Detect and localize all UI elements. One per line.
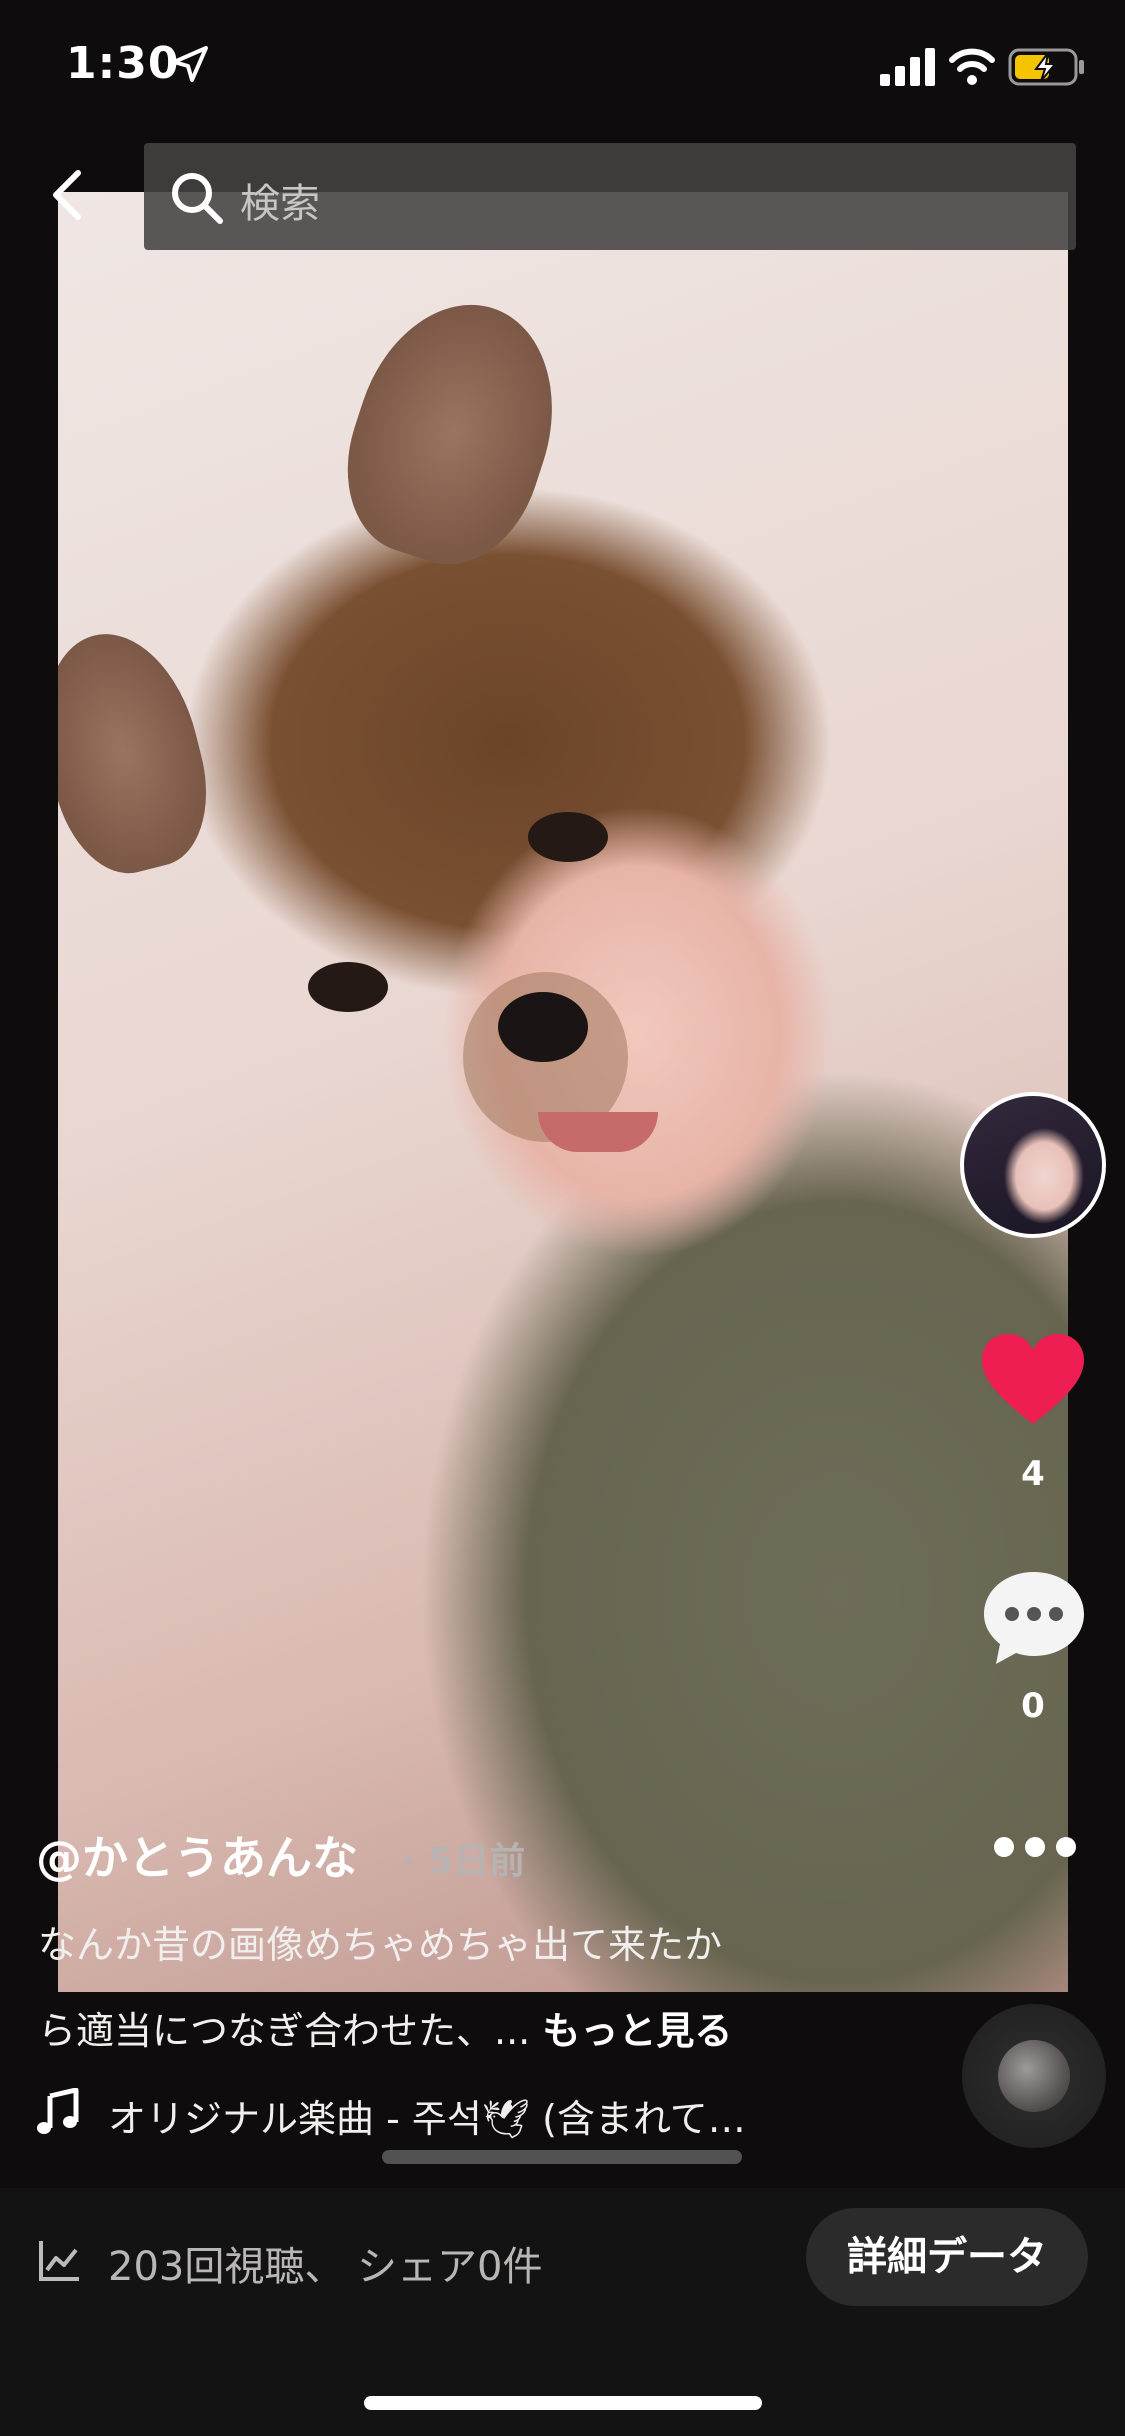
eye-right (528, 812, 608, 862)
username[interactable]: @かとうあんな (36, 1822, 358, 1888)
eye-left (308, 962, 388, 1012)
music-title[interactable]: オリジナル楽曲 - 주석🕊 (含まれて… (108, 2088, 746, 2143)
comment-count: 0 (1021, 1686, 1045, 1726)
post-time-ago: · 5日前 (402, 1841, 526, 1882)
dog-ear-filter-left (58, 617, 225, 887)
music-note-icon (37, 2088, 79, 2134)
like-count: 4 (1021, 1454, 1045, 1494)
mouth (538, 1112, 658, 1152)
location-arrow-icon (172, 46, 208, 82)
dog-nose-filter (498, 992, 588, 1062)
caption-line-1: なんか昔の画像めちゃめちゃ出て来たか (38, 1923, 723, 1967)
stats-bar: 203回視聴、 シェア0件 詳細データ (0, 2188, 1125, 2436)
details-button[interactable]: 詳細データ (806, 2208, 1088, 2306)
video-player[interactable] (58, 192, 1068, 1992)
music-disc-cover (998, 2040, 1070, 2112)
search-bar[interactable]: 検索 (144, 143, 1076, 250)
see-more-link[interactable]: もっと見る (542, 2009, 732, 2053)
more-options-icon[interactable] (990, 1832, 1080, 1862)
heart-like-icon[interactable] (980, 1332, 1086, 1428)
music-disc-button[interactable] (962, 2004, 1106, 2148)
view-share-count: 203回視聴、 シェア0件 (108, 2244, 543, 2290)
home-indicator[interactable] (364, 2396, 762, 2410)
battery-charging-icon (1008, 48, 1084, 86)
back-arrow-icon[interactable] (40, 165, 100, 225)
comment-bubble-icon[interactable] (982, 1568, 1086, 1668)
creator-avatar[interactable] (960, 1092, 1106, 1238)
dog-ear-filter-right (322, 279, 584, 585)
video-progress-bar[interactable] (382, 2150, 742, 2164)
analytics-chart-icon (39, 2241, 79, 2281)
status-bar: 1:30 (0, 0, 1125, 140)
wifi-icon (949, 48, 995, 85)
search-icon (172, 173, 223, 224)
caption-line-2-text: ら適当につなぎ合わせた、... (38, 2009, 531, 2053)
caption-line-2: ら適当につなぎ合わせた、... もっと見る (38, 2000, 732, 2055)
search-placeholder: 検索 (240, 181, 320, 227)
cellular-signal-icon (880, 48, 935, 86)
status-time: 1:30 (66, 38, 180, 89)
